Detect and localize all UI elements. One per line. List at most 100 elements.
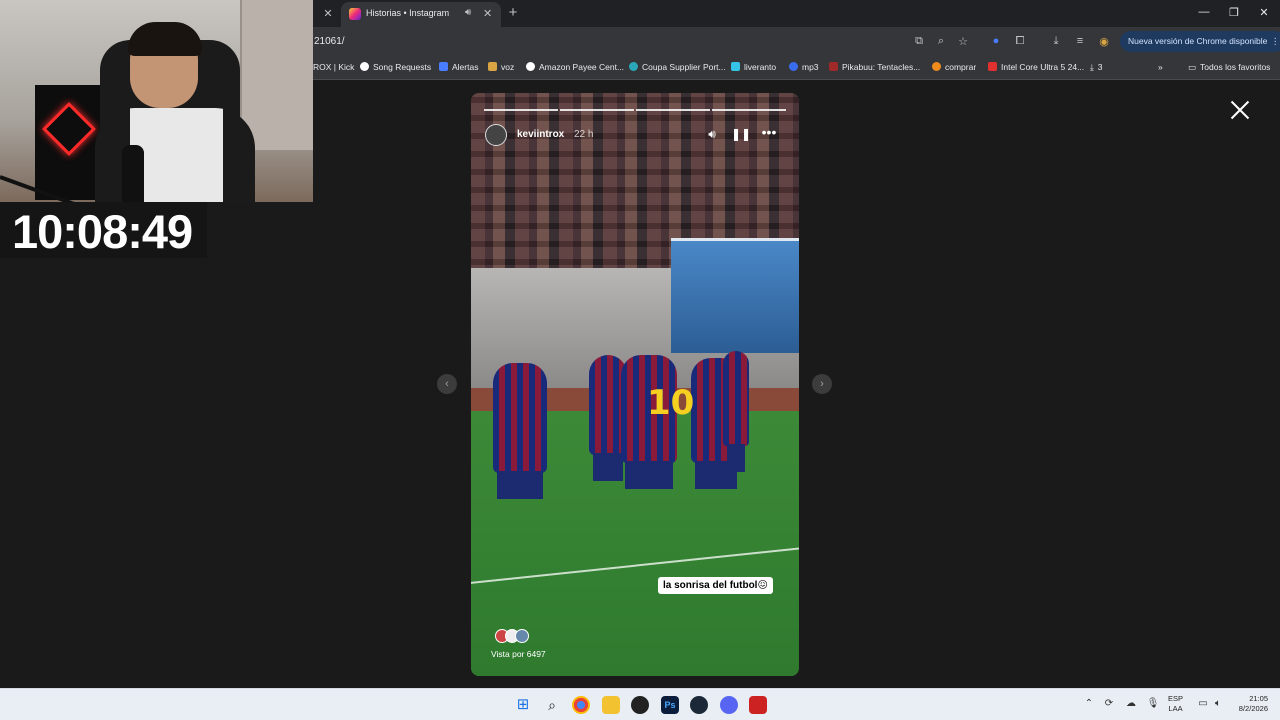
door [240,0,313,150]
bookmark-item[interactable]: Pikabuu: Tentacles... [829,62,920,72]
instagram-icon [349,8,361,20]
bookmark-item[interactable]: Intel Core Ultra 5 24... [988,62,1084,72]
bookmark-label: Alertas [452,62,479,72]
microphone-icon[interactable]: 🎙︎ [1146,698,1160,709]
more-options-icon[interactable]: ••• [761,124,777,140]
sync-icon[interactable]: ⟳ [1102,698,1116,709]
bookmark-label: liveranto [744,62,777,72]
star-icon[interactable]: ☆ [956,35,970,48]
restore-button[interactable]: ❐ [1227,6,1241,19]
extension-icon[interactable]: ● [989,35,1003,47]
language-indicator[interactable]: ESP LAA [1168,694,1183,714]
folder-icon: ▭ [1188,62,1197,72]
keyboard-layout: LAA [1168,704,1183,713]
chevron-up-icon[interactable]: ⌃ [1082,698,1096,709]
all-bookmarks-label: Todos los favoritos [1200,62,1271,72]
minimize-button[interactable]: — [1197,6,1211,18]
bookmark-item[interactable]: liveranto [731,62,776,72]
bookmark-label: ROX | Kick [313,62,355,72]
pause-icon[interactable]: ❚❚ [731,127,751,141]
obs-icon[interactable] [631,696,649,714]
close-tab-icon[interactable]: ✕ [320,6,336,22]
mute-icon[interactable]: 🔊︎ [704,127,720,142]
cloud-icon[interactable]: ☁ [1124,698,1138,709]
bookmark-item[interactable]: voz [488,62,514,72]
avatar [515,629,529,643]
chrome-icon[interactable] [572,696,590,714]
chrome-update-button[interactable]: Nueva versión de Chrome disponible ⋮ [1120,31,1280,52]
intel-icon [988,62,997,71]
player [493,363,547,499]
bookmark-item[interactable]: comprar [932,62,976,72]
bookmark-item[interactable]: Alertas [439,62,478,72]
steam-icon[interactable] [690,696,708,714]
story-time: 22 h [574,129,594,140]
bookmark-item[interactable]: Coupa Supplier Port... [629,62,726,72]
app-icon[interactable] [749,696,767,714]
tab-title: Historias • Instagram [366,8,450,18]
bookmark-item[interactable]: Song Requests [360,62,431,72]
avatar[interactable] [485,124,507,146]
bookmark-item[interactable]: ROX | Kick [313,62,354,72]
player [723,351,749,472]
liveranto-icon [731,62,740,71]
zoom-icon[interactable]: ⌕ [934,35,948,48]
bookmark-item[interactable]: mp3 [789,62,819,72]
close-icon[interactable] [1228,98,1252,122]
bookmark-item[interactable]: Amazon Payee Cent... [526,62,624,72]
system-clock[interactable]: 21:05 8/2/2026 [1228,694,1268,714]
previous-story-button[interactable]: ‹ [437,374,457,394]
shop-icon [932,62,941,71]
taskbar: ⊞ ⌕ Ps ⌃ ⟳ ☁ 🎙︎ ESP LAA ▭ 🔈︎ 21:05 8/2/2… [0,688,1280,720]
progress-segment [712,109,786,111]
download-icon[interactable]: ⤓ [1049,35,1063,48]
bell-icon [439,62,448,71]
more-options-icon[interactable]: ⋮ [1271,31,1280,52]
story-card[interactable]: 10 keviintrox 22 h 🔊︎ ❚❚ ••• la sonrisa … [471,93,799,676]
language-code: ESP [1168,694,1184,703]
install-app-icon[interactable]: ⧉ [912,35,926,48]
all-bookmarks-folder[interactable]: ▭ Todos los favoritos [1188,62,1270,73]
more-bookmarks-icon[interactable]: » [1158,62,1163,72]
coupa-icon [629,62,638,71]
file-explorer-icon[interactable] [602,696,620,714]
discord-icon[interactable] [720,696,738,714]
url-field[interactable]: 21061/ [314,36,345,47]
photoshop-icon[interactable]: Ps [661,696,679,714]
story-username[interactable]: keviintrox [517,129,564,140]
close-window-button[interactable]: ✕ [1257,6,1271,19]
bookmark-label: mp3 [802,62,819,72]
progress-segment [560,109,634,111]
next-story-button[interactable]: › [812,374,832,394]
progress-segment [484,109,558,111]
close-tab-icon[interactable]: ✕ [483,7,492,20]
bookmark-label: Pikabuu: Tentacles... [842,62,921,72]
bookmark-label: comprar [945,62,977,72]
pikabuu-icon [829,62,838,71]
speaker-icon[interactable]: 🔊︎ [465,7,471,18]
profile-avatar-icon[interactable]: ◉ [1097,35,1111,48]
download-icon: ⤓ [1090,62,1094,72]
view-count[interactable]: Vista por 6497 [491,649,546,659]
mp3-icon [789,62,798,71]
folder-icon [488,62,497,71]
new-tab-button[interactable]: + [505,4,521,21]
story-progress-bar [484,109,786,111]
extensions-puzzle-icon[interactable]: ⧠ [1013,35,1027,48]
screen: ✕ Historias • Instagram 🔊︎ ✕ + — ❐ ✕ 210… [0,0,1280,720]
jersey-number: 10 [647,383,695,423]
viewer-avatars[interactable] [495,629,539,643]
story-caption: la sonrisa del futbol😖 [658,577,773,594]
volume-icon[interactable]: 🔈︎ [1211,698,1225,709]
dugout [671,238,799,353]
bookmark-label: Coupa Supplier Port... [642,62,726,72]
webcam-overlay [0,0,313,202]
search-icon[interactable]: ⌕ [543,696,561,714]
tab-instagram[interactable]: Historias • Instagram 🔊︎ ✕ [341,2,501,27]
bookmark-label: 3 [1097,62,1103,72]
windows-start-icon[interactable]: ⊞ [514,696,532,714]
reading-list-icon[interactable]: ≡ [1073,35,1087,47]
bookmark-item[interactable]: ⤓ 3 [1090,62,1103,73]
microphone [122,145,144,202]
monitor-icon[interactable]: ▭ [1196,698,1210,709]
